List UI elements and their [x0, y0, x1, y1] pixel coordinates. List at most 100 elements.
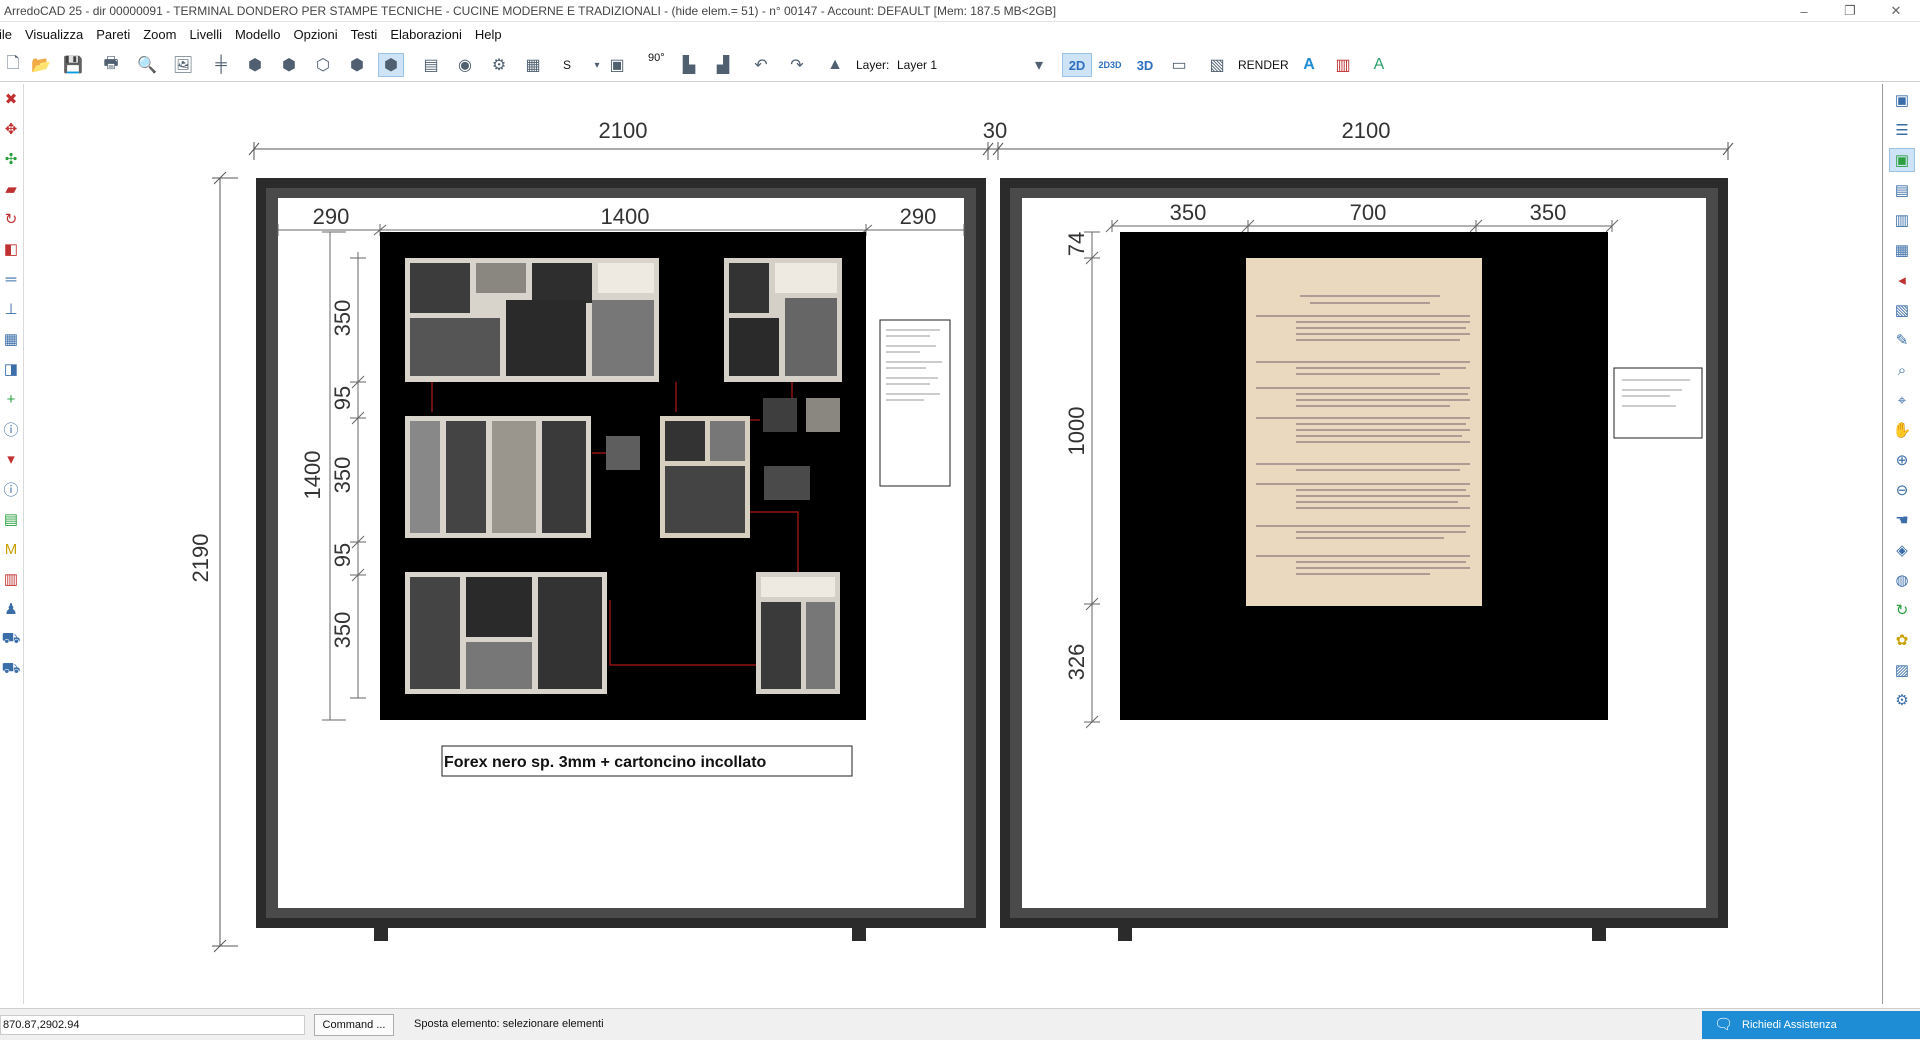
table-icon[interactable]: ▦: [1889, 238, 1915, 262]
dimension-tool-icon[interactable]: ⊥: [1, 298, 21, 320]
dim-left-w2: 1400: [601, 204, 650, 229]
coordinate-readout[interactable]: 870.87,2902.94: [0, 1015, 305, 1035]
cube-pink-icon[interactable]: ⬢: [276, 53, 302, 77]
right-panel[interactable]: 350 700 350 74 1000 326: [1000, 178, 1728, 941]
color-tool-icon[interactable]: ◉: [452, 53, 478, 77]
restore-button[interactable]: ❐: [1828, 0, 1872, 22]
globe-icon[interactable]: ◍: [1889, 568, 1915, 592]
info2-tool-icon[interactable]: ⓘ: [1, 478, 21, 500]
grid-tool-icon[interactable]: ▦: [520, 53, 546, 77]
command-button[interactable]: Command ...: [314, 1014, 394, 1036]
cube-green-icon[interactable]: ⬢: [344, 53, 370, 77]
layer-value[interactable]: Layer 1: [897, 58, 937, 72]
rotate-tool-icon[interactable]: ✣: [1, 148, 21, 170]
refresh-tool-icon[interactable]: ↻: [1, 208, 21, 230]
edit-icon[interactable]: ✎: [1889, 328, 1915, 352]
settings-icon[interactable]: ⚙: [1889, 688, 1915, 712]
print-preview-icon[interactable]: 🔍: [134, 53, 160, 77]
view-2d3d-button[interactable]: 2D3D: [1096, 53, 1124, 77]
properties-icon[interactable]: ▤: [1889, 178, 1915, 202]
new-file-icon[interactable]: 🗋: [0, 53, 26, 77]
zoom-out-icon[interactable]: ⊖: [1889, 478, 1915, 502]
minimize-button[interactable]: –: [1782, 0, 1826, 22]
menu-zoom[interactable]: Zoom: [143, 27, 176, 42]
layers-tool-icon[interactable]: ▤: [1, 508, 21, 530]
menu-elaborazioni[interactable]: Elaborazioni: [390, 27, 462, 42]
menu-help[interactable]: Help: [475, 27, 502, 42]
truck-tool-icon[interactable]: ⛟: [1, 658, 21, 680]
layer-dropdown-icon[interactable]: ▾: [1026, 53, 1052, 77]
walls-icon[interactable]: ╪: [208, 53, 234, 77]
menu-opzioni[interactable]: Opzioni: [294, 27, 338, 42]
hand-icon[interactable]: ☚: [1889, 508, 1915, 532]
network-tool-icon[interactable]: ⚙: [486, 53, 512, 77]
copy-tool-icon[interactable]: ◧: [1, 238, 21, 260]
menu-livelli[interactable]: Livelli: [189, 27, 222, 42]
measure-tool-icon[interactable]: ◨: [1, 358, 21, 380]
menu-modello[interactable]: Modello: [235, 27, 281, 42]
align-icon[interactable]: ▙: [676, 53, 702, 77]
book-icon[interactable]: ▥: [1330, 53, 1356, 77]
search-icon[interactable]: ⌕: [1889, 358, 1915, 382]
render-icon[interactable]: ▧: [1204, 53, 1230, 77]
dim-left-h1: 350: [330, 300, 355, 337]
undo-icon[interactable]: ↶: [748, 53, 774, 77]
save-icon[interactable]: 💾: [60, 53, 86, 77]
grid-tool-icon[interactable]: ▦: [1, 328, 21, 350]
cad-drawing[interactable]: 2100 30 2100 2190 290 1400 290 1400 350 …: [25, 84, 1881, 1004]
cube-red-icon[interactable]: ⬢: [242, 53, 268, 77]
refresh-icon[interactable]: ↻: [1889, 598, 1915, 622]
text-a-icon[interactable]: A: [1296, 53, 1322, 77]
zoom-fit-icon[interactable]: ⌖: [1889, 388, 1915, 412]
menu-testi[interactable]: Testi: [351, 27, 378, 42]
clipping-9: [405, 572, 607, 694]
assistance-button[interactable]: 🗨 Richiedi Assistenza: [1702, 1011, 1920, 1039]
calc-icon[interactable]: ▨: [1889, 658, 1915, 682]
angle-label[interactable]: 90°: [648, 52, 665, 64]
catalog-icon[interactable]: ▧: [1889, 298, 1915, 322]
car-tool-icon[interactable]: ⛟: [1, 628, 21, 650]
move-tool-icon[interactable]: ✥: [1, 118, 21, 140]
box-tool-icon[interactable]: ▣: [604, 53, 630, 77]
export-icon[interactable]: 🖼: [170, 53, 196, 77]
close-button[interactable]: ✕: [1874, 0, 1918, 22]
pan-icon[interactable]: ✋: [1889, 418, 1915, 442]
menu-visualizza[interactable]: Visualizza: [25, 27, 83, 42]
cube-selected-icon[interactable]: ⬢: [378, 53, 404, 77]
redo-icon[interactable]: ↷: [784, 53, 810, 77]
add-tool-icon[interactable]: +: [1, 388, 21, 410]
selection-box-icon[interactable]: ▣: [1889, 148, 1915, 172]
view-panel-icon[interactable]: ▭: [1166, 53, 1192, 77]
info-tool-icon[interactable]: ⓘ: [1, 418, 21, 440]
line-tool-icon[interactable]: ═: [1, 268, 21, 290]
paint-icon[interactable]: ✿: [1889, 628, 1915, 652]
library-icon[interactable]: ▣: [1889, 88, 1915, 112]
open-file-icon[interactable]: 📂: [28, 53, 54, 77]
render-label[interactable]: RENDER: [1238, 58, 1289, 72]
panel-icon[interactable]: ▥: [1889, 208, 1915, 232]
left-caption-card: [879, 319, 951, 487]
view-3d-button[interactable]: 3D: [1130, 53, 1160, 77]
zoom-in-icon[interactable]: ⊕: [1889, 448, 1915, 472]
chart-tool-icon[interactable]: ▥: [1, 568, 21, 590]
eraser-tool-icon[interactable]: ▰: [1, 178, 21, 200]
print-icon[interactable]: 🖶: [98, 53, 124, 77]
red-marker-icon[interactable]: ◂: [1889, 268, 1915, 292]
3d-view-icon[interactable]: ◈: [1889, 538, 1915, 562]
s-label[interactable]: S: [563, 58, 571, 72]
drawing-canvas[interactable]: 2100 30 2100 2190 290 1400 290 1400 350 …: [25, 84, 1881, 1004]
dropdown-tool-icon[interactable]: ▾: [1, 448, 21, 470]
window-tool-icon[interactable]: ▤: [418, 53, 444, 77]
person-tool-icon[interactable]: ♟: [1, 598, 21, 620]
view-2d-button[interactable]: 2D: [1062, 53, 1092, 77]
menu-pareti[interactable]: Pareti: [96, 27, 130, 42]
m-tool-icon[interactable]: M: [1, 538, 21, 560]
align2-icon[interactable]: ▟: [710, 53, 736, 77]
select-tool-icon[interactable]: ✖: [1, 88, 21, 110]
layer-icon[interactable]: ▲: [822, 53, 848, 77]
text-green-icon[interactable]: A: [1366, 53, 1392, 77]
list-icon[interactable]: ☰: [1889, 118, 1915, 142]
cube-wire-icon[interactable]: ⬡: [310, 53, 336, 77]
left-panel[interactable]: 290 1400 290 1400 350 95 350 95 350 Fore…: [256, 178, 986, 941]
menu-file[interactable]: File: [0, 27, 12, 42]
